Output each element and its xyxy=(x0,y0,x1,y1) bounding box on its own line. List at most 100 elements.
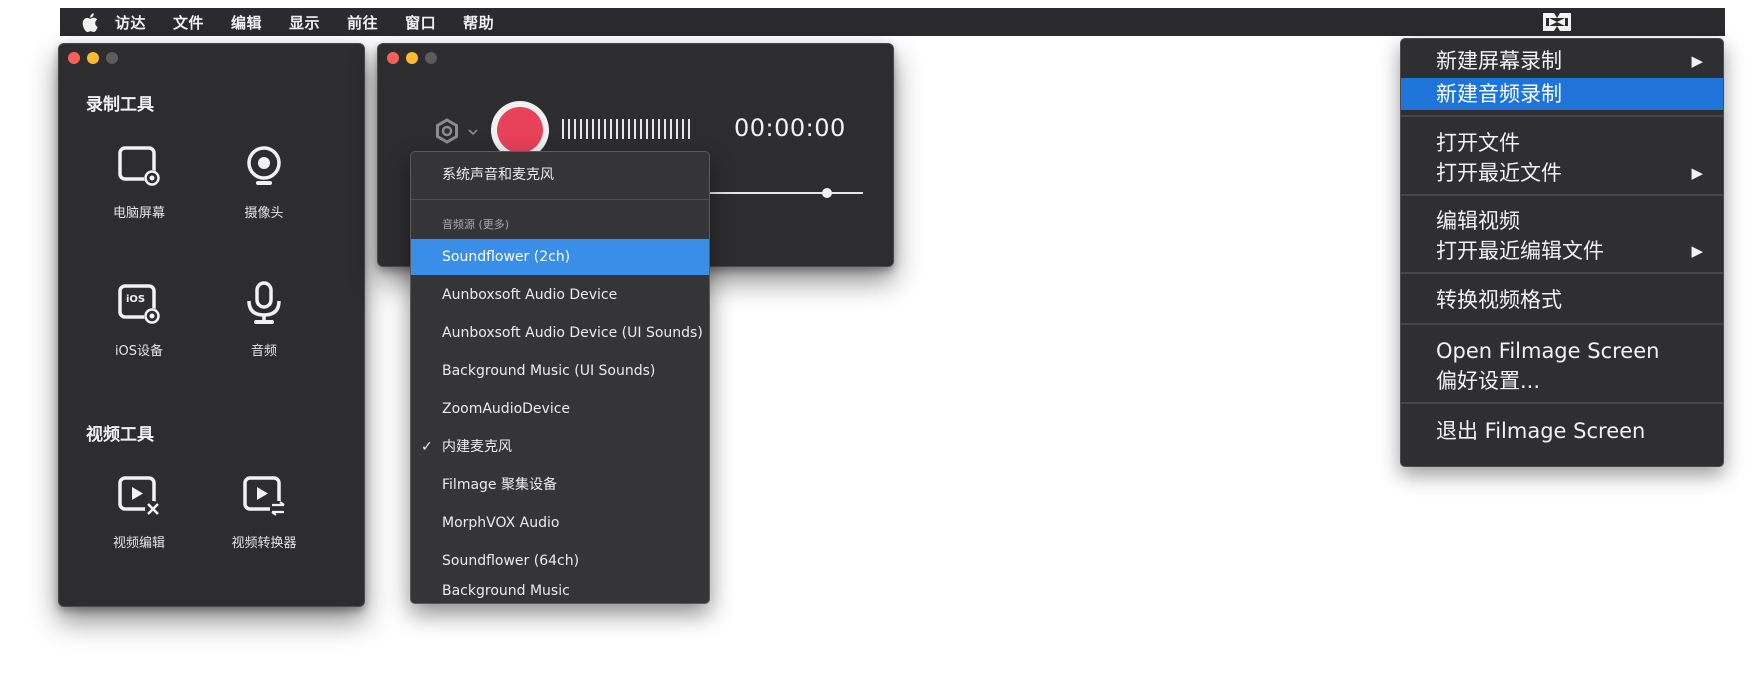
meter-bar xyxy=(610,119,612,139)
microphone-icon xyxy=(240,280,288,328)
tray-item-label: 打开文件 xyxy=(1436,131,1520,155)
tool-label: 摄像头 xyxy=(244,206,284,221)
submenu-arrow-icon: ▶ xyxy=(1691,242,1703,260)
meter-bar xyxy=(640,119,642,139)
popup-item-source[interactable]: Filmage 聚集设备 xyxy=(411,467,709,503)
meter-bar xyxy=(658,119,660,139)
menu-separator xyxy=(1401,323,1723,325)
tray-item-preferences[interactable]: 偏好设置... xyxy=(1401,365,1723,397)
popup-item-source[interactable]: Background Music xyxy=(411,581,709,601)
menu-go[interactable]: 前往 xyxy=(347,12,378,33)
tray-item-label: 编辑视频 xyxy=(1436,209,1520,233)
ios-badge-text: iOS xyxy=(126,294,146,305)
popup-item-source[interactable]: Aunboxsoft Audio Device (UI Sounds) xyxy=(411,315,709,351)
tool-label: 视频编辑 xyxy=(112,536,165,551)
volume-slider-knob[interactable] xyxy=(822,188,832,198)
volume-slider-track[interactable] xyxy=(708,192,863,194)
menu-edit[interactable]: 编辑 xyxy=(231,12,262,33)
menu-window[interactable]: 窗口 xyxy=(405,12,436,33)
meter-bar xyxy=(670,119,672,139)
tool-video-edit[interactable]: 视频编辑 xyxy=(74,472,204,551)
tray-item-label: 偏好设置... xyxy=(1436,369,1541,393)
tool-screen-record[interactable]: 电脑屏幕 xyxy=(74,142,204,221)
popup-item-source[interactable]: Soundflower (64ch) xyxy=(411,543,709,579)
meter-bar xyxy=(616,119,618,139)
filmage-tray-icon[interactable] xyxy=(1540,10,1574,34)
minimize-button[interactable] xyxy=(406,52,418,64)
checkmark-icon: ✓ xyxy=(421,439,433,455)
popup-item-system-and-mic[interactable]: 系统声音和麦克风 xyxy=(411,157,709,193)
meter-bar xyxy=(646,119,648,139)
tray-item-label: Open Filmage Screen xyxy=(1436,339,1660,363)
menu-separator xyxy=(1401,402,1723,404)
apple-logo-icon[interactable] xyxy=(79,11,101,33)
popup-item-source[interactable]: ✓ 内建麦克风 xyxy=(411,429,709,465)
tray-item-new-screen-recording[interactable]: 新建屏幕录制 ▶ xyxy=(1401,45,1723,77)
meter-bar xyxy=(652,119,654,139)
popup-item-source[interactable]: Background Music (UI Sounds) xyxy=(411,353,709,389)
meter-bar xyxy=(604,119,606,139)
menu-separator xyxy=(1401,194,1723,196)
tray-item-open-recent[interactable]: 打开最近文件 ▶ xyxy=(1401,157,1723,189)
meter-bar xyxy=(682,119,684,139)
meter-bar xyxy=(586,119,588,139)
popup-item-source[interactable]: MorphVOX Audio xyxy=(411,505,709,541)
audio-level-meter xyxy=(562,119,690,139)
settings-gear-icon[interactable] xyxy=(433,117,461,145)
meter-bar xyxy=(628,119,630,139)
chevron-down-icon[interactable] xyxy=(467,123,479,136)
menu-finder[interactable]: 访达 xyxy=(115,12,146,33)
meter-bar xyxy=(598,119,600,139)
meter-bar xyxy=(634,119,636,139)
submenu-arrow-icon: ▶ xyxy=(1691,52,1703,70)
meter-bar xyxy=(574,119,576,139)
tray-item-convert-video[interactable]: 转换视频格式 xyxy=(1401,284,1723,316)
tool-webcam[interactable]: 摄像头 xyxy=(199,142,329,221)
menu-file[interactable]: 文件 xyxy=(173,12,204,33)
close-button[interactable] xyxy=(387,52,399,64)
zoom-button[interactable] xyxy=(425,52,437,64)
popup-separator xyxy=(411,199,709,200)
tray-item-label: 转换视频格式 xyxy=(1436,288,1562,312)
video-tools-heading: 视频工具 xyxy=(86,425,154,445)
tool-label: 音频 xyxy=(250,344,277,359)
tray-item-open-file[interactable]: 打开文件 xyxy=(1401,127,1723,159)
tray-item-label: 新建音频录制 xyxy=(1436,82,1562,106)
record-dot-icon xyxy=(497,107,543,153)
tray-item-label: 打开最近文件 xyxy=(1436,161,1562,185)
tray-item-new-audio-recording[interactable]: 新建音频录制 xyxy=(1401,78,1723,110)
menu-bar: 访达 文件 编辑 显示 前往 窗口 帮助 xyxy=(60,8,1725,36)
tray-dropdown-menu: 新建屏幕录制 ▶ 新建音频录制 打开文件 打开最近文件 ▶ 编辑视频 打开最近编… xyxy=(1400,38,1724,467)
popup-item-source[interactable]: Aunboxsoft Audio Device xyxy=(411,277,709,313)
menu-view[interactable]: 显示 xyxy=(289,12,320,33)
menu-help[interactable]: 帮助 xyxy=(463,12,494,33)
tool-label: iOS设备 xyxy=(114,344,164,359)
meter-bar xyxy=(592,119,594,139)
meter-bar xyxy=(580,119,582,139)
tool-video-convert[interactable]: 视频转换器 xyxy=(199,472,329,551)
webcam-icon xyxy=(240,142,288,190)
tools-window: 录制工具 电脑屏幕 摄像头 iOS iOS设备 音频 视频工具 视频编辑 视频转… xyxy=(58,43,365,607)
minimize-button[interactable] xyxy=(87,52,99,64)
popup-item-source[interactable]: ZoomAudioDevice xyxy=(411,391,709,427)
tool-audio[interactable]: 音频 xyxy=(199,280,329,359)
popup-section-header: 音频源 (更多) xyxy=(442,218,510,231)
tray-item-open-recent-edit[interactable]: 打开最近编辑文件 ▶ xyxy=(1401,235,1723,267)
tray-item-edit-video[interactable]: 编辑视频 xyxy=(1401,205,1723,237)
tray-item-open-filmage-screen[interactable]: Open Filmage Screen xyxy=(1401,335,1723,367)
tool-label: 视频转换器 xyxy=(231,536,297,551)
video-edit-icon xyxy=(115,472,163,520)
meter-bar xyxy=(688,119,690,139)
record-tools-heading: 录制工具 xyxy=(86,95,154,115)
meter-bar xyxy=(676,119,678,139)
zoom-button[interactable] xyxy=(106,52,118,64)
window-controls xyxy=(68,52,118,64)
meter-bar xyxy=(562,119,564,139)
menu-separator xyxy=(1401,115,1723,117)
tool-ios-device[interactable]: iOS iOS设备 xyxy=(74,280,204,359)
meter-bar xyxy=(622,119,624,139)
popup-item-source[interactable]: Soundflower (2ch) xyxy=(411,239,709,275)
close-button[interactable] xyxy=(68,52,80,64)
tray-item-label: 打开最近编辑文件 xyxy=(1436,239,1604,263)
tray-item-quit[interactable]: 退出 Filmage Screen xyxy=(1401,415,1723,447)
